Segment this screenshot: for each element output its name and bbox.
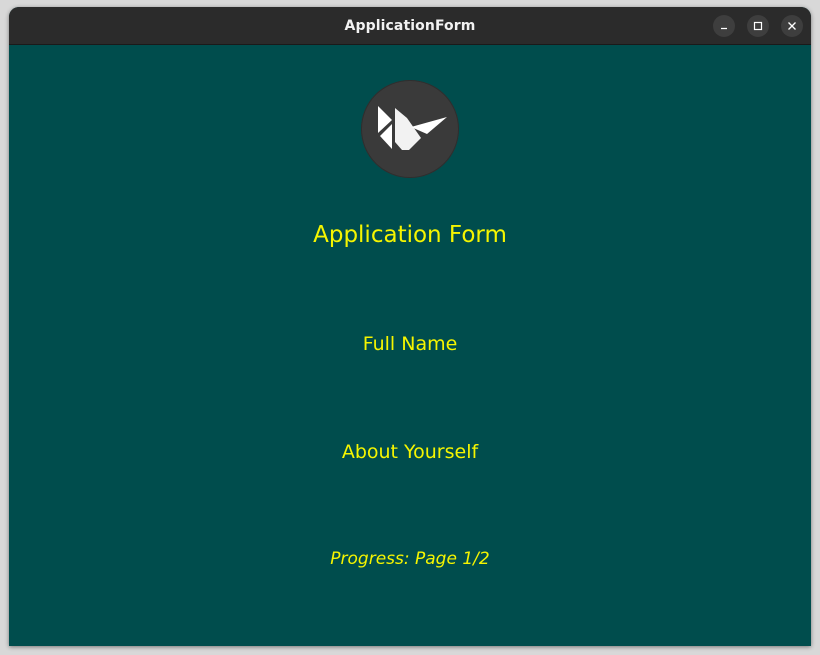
application-window: ApplicationForm Application Form Full Na… [9,7,811,646]
form-title: Application Form [313,222,507,248]
maximize-icon [753,21,763,31]
about-yourself-label: About Yourself [341,441,479,463]
maximize-button[interactable] [747,15,769,37]
minimize-button[interactable] [713,15,735,37]
progress-text: Progress: Page 1/2 [330,549,490,569]
minimize-icon [719,21,729,31]
close-icon [787,21,797,31]
close-button[interactable] [781,15,803,37]
title-bar[interactable]: ApplicationForm [9,7,811,45]
kivy-logo-icon [361,80,459,178]
form-content: Application Form Full Name About Yoursel… [9,45,811,646]
full-name-label: Full Name [362,333,458,355]
window-title: ApplicationForm [344,18,476,34]
